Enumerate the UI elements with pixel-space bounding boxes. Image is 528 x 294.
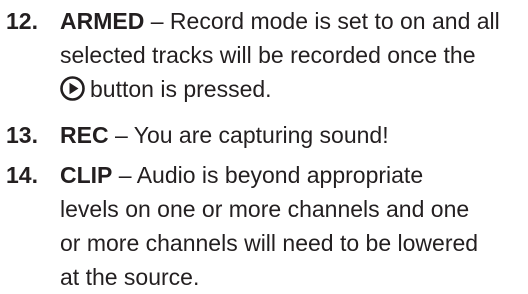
description-text: – You are capturing sound! bbox=[108, 122, 389, 148]
description-line-1: CLIP – Audio is beyond appropriate bbox=[60, 158, 522, 192]
play-button-icon bbox=[60, 76, 85, 101]
item-term: ARMED bbox=[60, 8, 145, 34]
description-line-2: selected tracks will be recorded once th… bbox=[60, 42, 476, 68]
description-line-1: ARMED – Record mode is set to on and all bbox=[60, 4, 522, 38]
item-term: CLIP bbox=[60, 162, 113, 188]
description-text: – Audio is beyond appropriate bbox=[112, 162, 424, 188]
description-line-2: levels on one or more channels and one bbox=[60, 196, 470, 222]
item-term: REC bbox=[60, 122, 109, 148]
description-text: button is pressed. bbox=[90, 76, 272, 102]
description-text: – Record mode is set to on and all bbox=[144, 8, 500, 34]
item-number: 14. bbox=[6, 162, 38, 188]
description-line-1: REC – You are capturing sound! bbox=[60, 118, 522, 152]
item-number: 13. bbox=[6, 122, 38, 148]
item-number: 12. bbox=[6, 8, 38, 34]
item-description: CLIP – Audio is beyond appropriate level… bbox=[60, 158, 522, 294]
description-line-4: at the source. bbox=[60, 264, 200, 290]
item-description: ARMED – Record mode is set to on and all… bbox=[60, 4, 522, 106]
description-line-3: or more channels will need to be lowered bbox=[60, 230, 479, 256]
item-description: REC – You are capturing sound! bbox=[60, 118, 522, 152]
description-line-3: button is pressed. bbox=[60, 72, 522, 106]
